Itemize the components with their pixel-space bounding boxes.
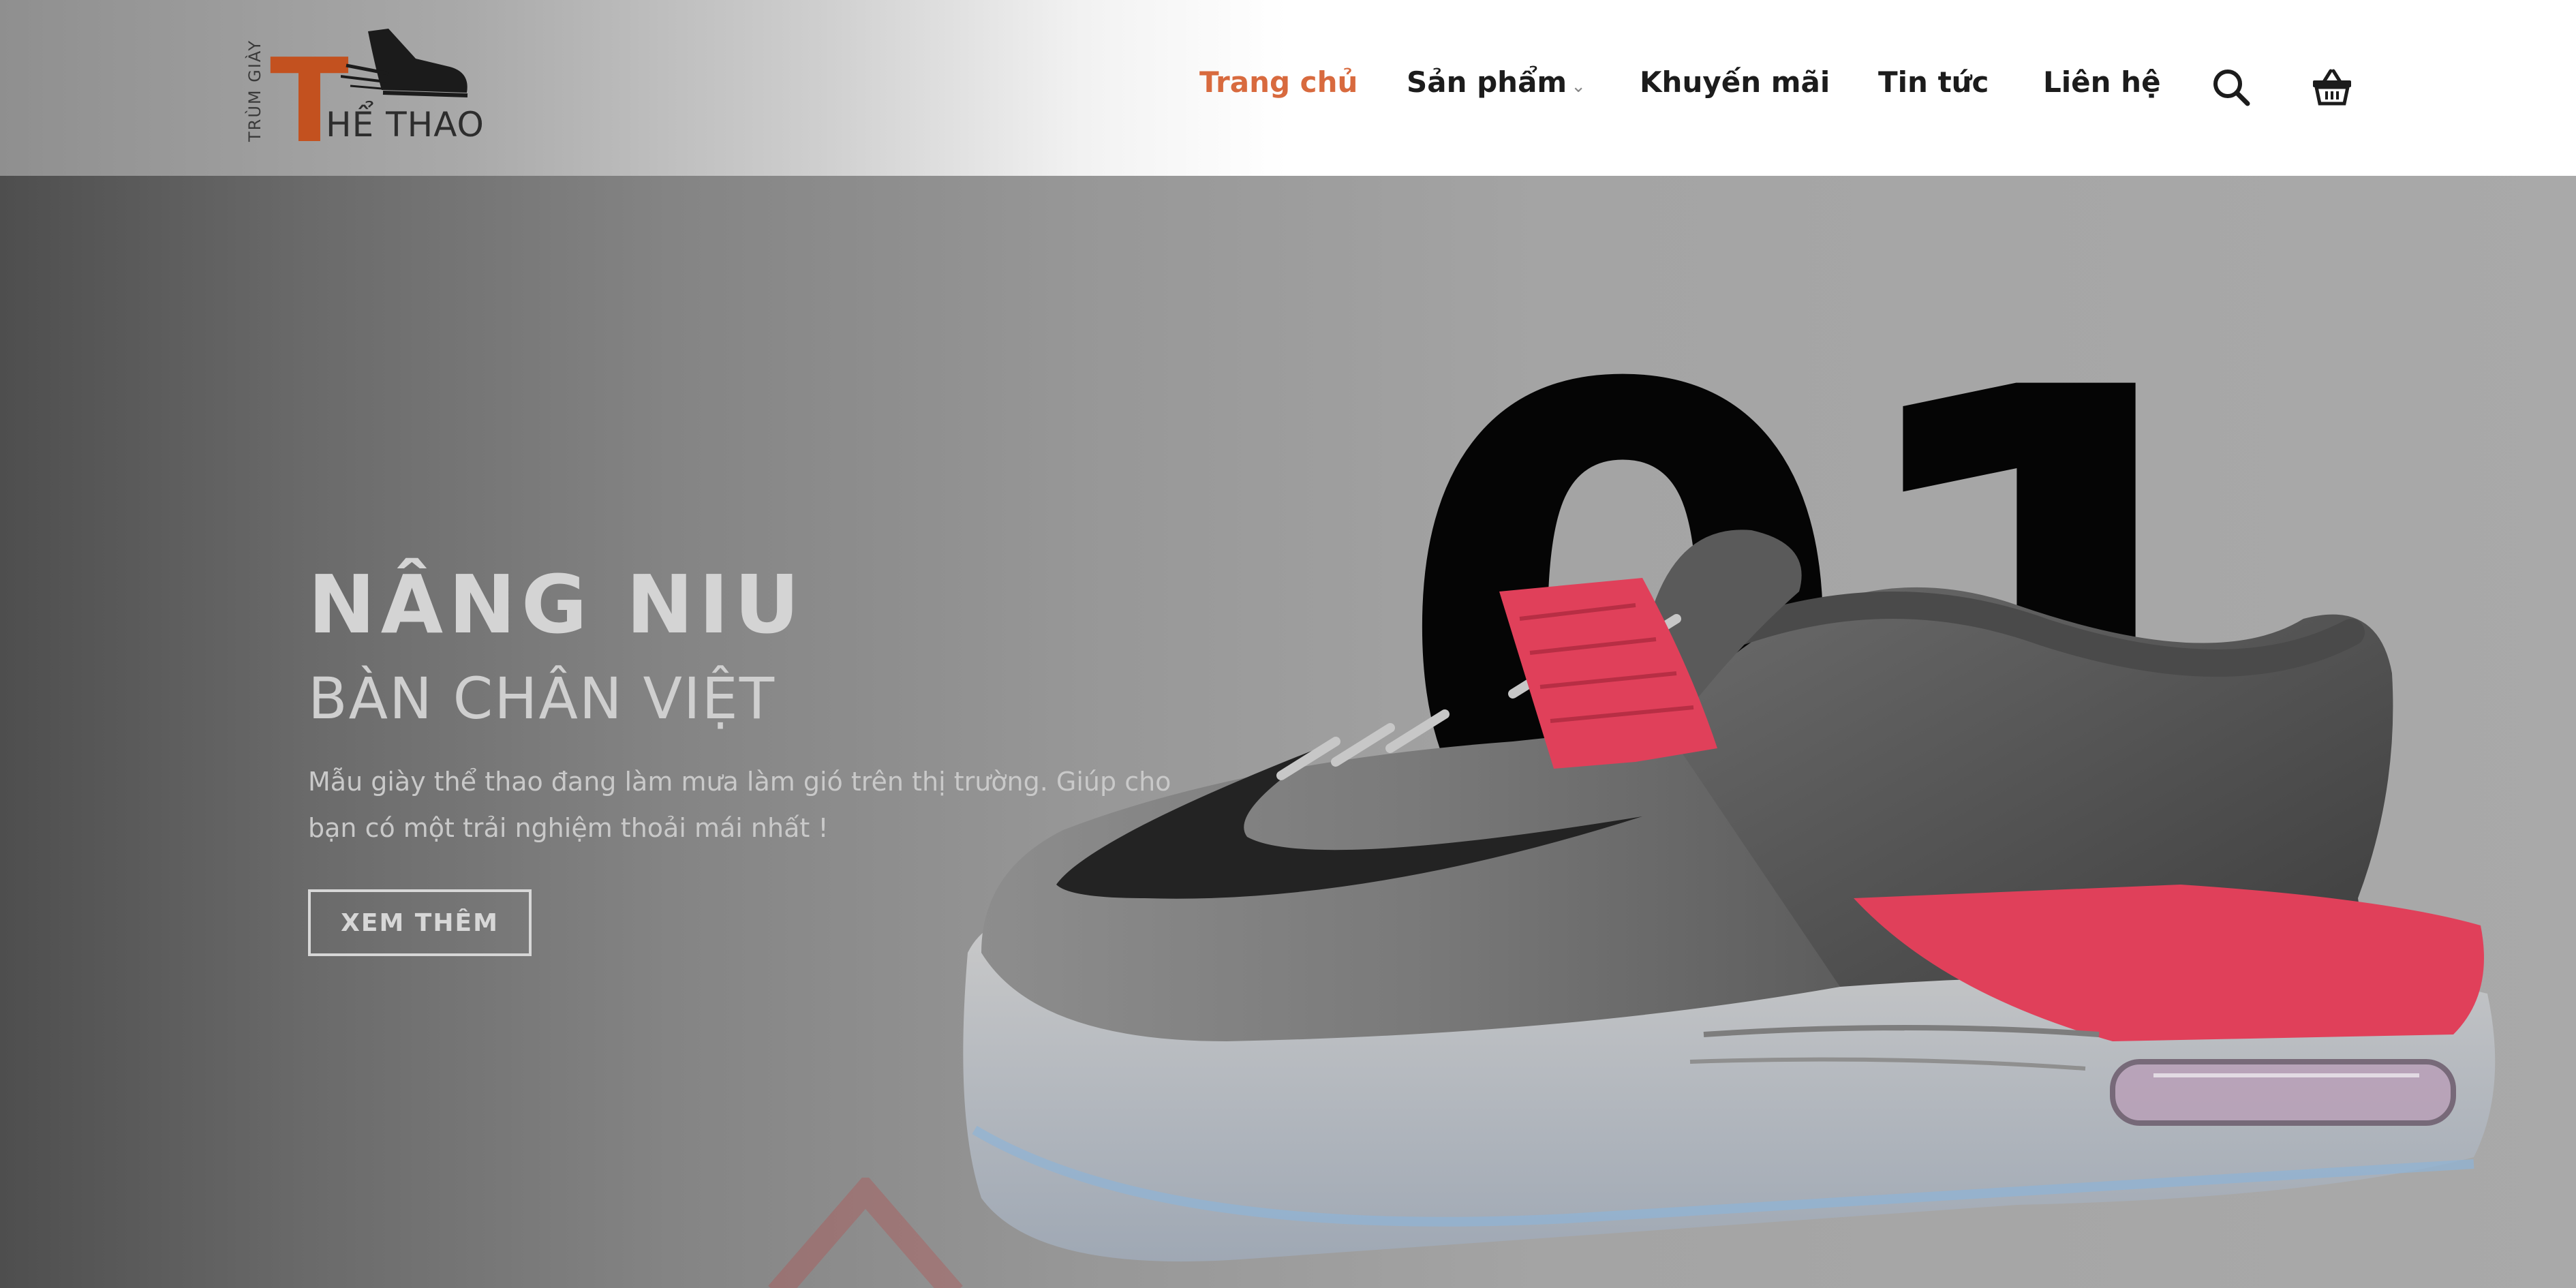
hero-description: Mẫu giày thể thao đang làm mưa làm gió t…: [308, 767, 1171, 843]
hero-title: NÂNG NIU: [308, 557, 806, 651]
read-more-button[interactable]: XEM THÊM: [308, 889, 532, 956]
nav-item-products[interactable]: Sản phẩm ⌄: [1407, 65, 1586, 99]
logo[interactable]: TRÙM GIÀY T HỂ THAO: [245, 25, 484, 159]
nav-item-promotions[interactable]: Khuyến mãi: [1640, 65, 1830, 99]
logo-vertical-text: TRÙM GIÀY: [245, 39, 264, 142]
chevron-down-icon: ⌄: [1571, 76, 1586, 97]
nav-item-contact[interactable]: Liên hệ: [2043, 65, 2161, 99]
sneaker-product-image: [963, 530, 2496, 1262]
hero-banner: 01: [0, 176, 2576, 1288]
logo-text: HỂ THAO: [326, 105, 485, 144]
nav-item-products-label: Sản phẩm: [1407, 65, 1567, 99]
watermark: [763, 1174, 1922, 1288]
nav-item-home[interactable]: Trang chủ: [1199, 65, 1358, 99]
hero-subtitle: BÀN CHÂN VIỆT: [308, 665, 776, 732]
nav-item-news[interactable]: Tin tức: [1878, 65, 1989, 99]
house-logo-icon: [768, 1174, 963, 1288]
sneaker-logo-icon: [341, 29, 468, 97]
search-icon[interactable]: [2209, 65, 2253, 109]
site-header: TRÙM GIÀY T HỂ THAO Trang chủ Sản phẩm ⌄ …: [0, 0, 2576, 176]
cart-basket-icon[interactable]: [2310, 65, 2354, 109]
